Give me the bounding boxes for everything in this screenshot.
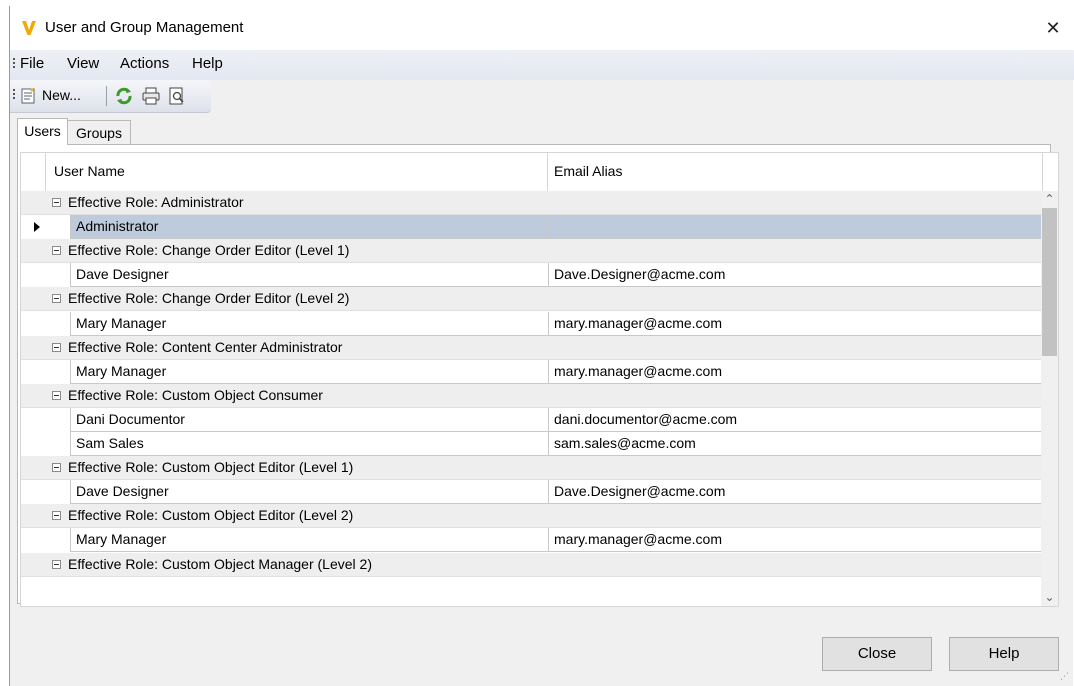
table-row[interactable]: Mary Manager mary.manager@acme.com: [21, 528, 1043, 553]
table-row[interactable]: Mary Manager mary.manager@acme.com: [21, 359, 1043, 384]
cell-user-name[interactable]: Mary Manager: [70, 528, 548, 553]
collapse-toggle-icon[interactable]: [52, 559, 61, 569]
table-row[interactable]: Dave Designer Dave.Designer@acme.com: [21, 263, 1043, 288]
collapse-toggle-icon[interactable]: [52, 463, 61, 473]
cell-email-alias[interactable]: dani.documentor@acme.com: [548, 407, 1043, 432]
group-row[interactable]: Effective Role: Custom Object Manager (L…: [21, 552, 1041, 577]
group-row[interactable]: Effective Role: Custom Object Editor (Le…: [21, 504, 1041, 529]
collapse-toggle-icon[interactable]: [52, 294, 61, 304]
group-row-label: Effective Role: Custom Object Consumer: [68, 386, 323, 403]
group-row-label: Effective Role: Content Center Administr…: [68, 338, 343, 355]
menubar-grip-icon: [13, 58, 16, 70]
column-header-user-name[interactable]: User Name: [54, 163, 125, 179]
group-row-label: Effective Role: Administrator: [68, 194, 244, 210]
cell-user-name[interactable]: Administrator: [70, 215, 548, 240]
collapse-toggle-icon[interactable]: [52, 246, 61, 256]
scroll-up-icon[interactable]: ⌃: [1041, 191, 1058, 208]
title-bar: User and Group Management ✕: [10, 6, 1074, 50]
cell-user-name[interactable]: Dave Designer: [70, 263, 548, 288]
new-button[interactable]: New...: [20, 85, 100, 107]
cell-email-alias[interactable]: Dave.Designer@acme.com: [548, 263, 1043, 288]
users-grid: User Name Email Alias Effective Role: Ad…: [20, 152, 1059, 607]
print-preview-button[interactable]: [167, 85, 189, 107]
cell-email-alias[interactable]: Dave.Designer@acme.com: [548, 480, 1043, 505]
help-button[interactable]: Help: [949, 637, 1059, 671]
close-window-icon[interactable]: ✕: [1038, 14, 1068, 42]
print-preview-icon: [169, 87, 184, 105]
group-row[interactable]: Effective Role: Content Center Administr…: [21, 335, 1041, 360]
column-divider: [45, 153, 46, 191]
scroll-thumb[interactable]: [1042, 208, 1057, 356]
column-divider: [547, 153, 548, 191]
toolbar-separator: [106, 86, 107, 106]
table-row[interactable]: Mary Manager mary.manager@acme.com: [21, 311, 1043, 336]
print-icon: [142, 87, 160, 105]
refresh-icon: [116, 87, 132, 105]
group-row[interactable]: Effective Role: Change Order Editor (Lev…: [21, 287, 1041, 312]
cell-user-name[interactable]: Mary Manager: [70, 311, 548, 336]
collapse-toggle-icon[interactable]: [52, 511, 61, 521]
group-row-label: Effective Role: Custom Object Manager (L…: [68, 555, 372, 572]
table-row[interactable]: Dani Documentor dani.documentor@acme.com: [21, 407, 1043, 432]
cell-email-alias[interactable]: mary.manager@acme.com: [548, 359, 1043, 384]
group-row-label: Effective Role: Change Order Editor (Lev…: [68, 242, 350, 259]
scroll-down-icon[interactable]: ⌄: [1041, 589, 1058, 606]
cell-user-name[interactable]: Sam Sales: [70, 432, 548, 456]
toolbar-grip-icon: [13, 89, 16, 101]
column-divider: [1042, 153, 1043, 191]
cell-email-alias[interactable]: mary.manager@acme.com: [548, 528, 1043, 553]
cell-email-alias[interactable]: mary.manager@acme.com: [548, 311, 1043, 336]
tab-strip: Users Groups: [10, 118, 1074, 145]
column-header-email-alias[interactable]: Email Alias: [554, 163, 622, 179]
cell-email-alias[interactable]: [548, 215, 1043, 240]
tab-groups[interactable]: Groups: [67, 120, 131, 144]
group-row[interactable]: Effective Role: Administrator: [21, 191, 1041, 215]
vertical-scrollbar[interactable]: ⌃ ⌄: [1041, 191, 1058, 606]
table-row[interactable]: Dave Designer Dave.Designer@acme.com: [21, 480, 1043, 505]
table-row[interactable]: Sam Sales sam.sales@acme.com: [21, 432, 1043, 456]
menu-file[interactable]: File: [20, 55, 44, 72]
menu-bar: File View Actions Help: [10, 50, 1074, 80]
close-button[interactable]: Close: [822, 637, 932, 671]
grid-header: User Name Email Alias: [21, 153, 1058, 192]
group-row[interactable]: Effective Role: Custom Object Editor (Le…: [21, 456, 1041, 481]
menu-actions[interactable]: Actions: [120, 55, 169, 72]
collapse-toggle-icon[interactable]: [52, 198, 61, 207]
tab-users[interactable]: Users: [17, 118, 68, 145]
group-row-label: Effective Role: Custom Object Editor (Le…: [68, 459, 354, 476]
toolbar: New...: [10, 80, 211, 113]
cell-user-name[interactable]: Dave Designer: [70, 480, 548, 505]
new-button-label: New...: [42, 87, 81, 103]
cell-user-name[interactable]: Mary Manager: [70, 359, 548, 384]
new-document-icon: [21, 88, 35, 104]
current-row-indicator-icon: [34, 222, 40, 233]
group-row[interactable]: Effective Role: Custom Object Consumer: [21, 383, 1041, 408]
cell-email-alias[interactable]: sam.sales@acme.com: [548, 432, 1043, 456]
vault-app-icon: [22, 21, 36, 35]
cell-user-name[interactable]: Dani Documentor: [70, 407, 548, 432]
table-row[interactable]: Administrator: [21, 215, 1043, 240]
menu-view[interactable]: View: [67, 55, 99, 72]
collapse-toggle-icon[interactable]: [52, 390, 61, 400]
group-row-label: Effective Role: Custom Object Editor (Le…: [68, 507, 354, 524]
print-button[interactable]: [141, 85, 163, 107]
menu-help[interactable]: Help: [192, 55, 223, 72]
group-row[interactable]: Effective Role: Change Order Editor (Lev…: [21, 239, 1041, 264]
collapse-toggle-icon[interactable]: [52, 342, 61, 352]
group-row-label: Effective Role: Change Order Editor (Lev…: [68, 290, 350, 307]
refresh-button[interactable]: [114, 85, 136, 107]
user-group-management-window: User and Group Management ✕ File View Ac…: [9, 6, 1074, 686]
resize-grip-icon[interactable]: ⋰: [1060, 671, 1069, 682]
window-title: User and Group Management: [45, 19, 244, 36]
